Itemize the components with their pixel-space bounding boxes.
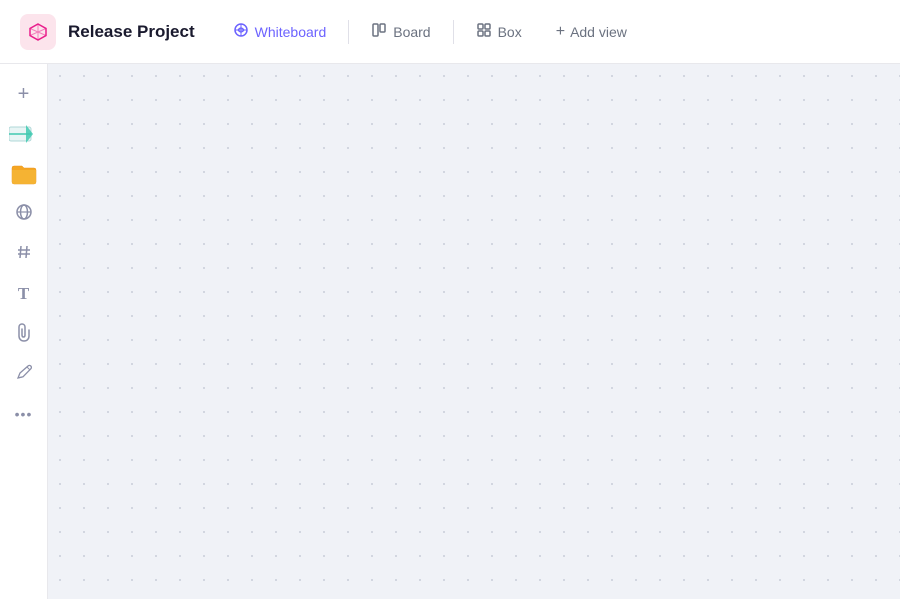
text-icon: T [18, 284, 29, 304]
box-icon [476, 22, 492, 42]
media-preview-icon [9, 123, 39, 145]
sidebar-attach-button[interactable] [6, 316, 42, 352]
plus-icon: + [18, 83, 30, 106]
tab-board-label: Board [393, 24, 430, 40]
sidebar-hash-button[interactable] [6, 236, 42, 272]
whiteboard-icon [233, 22, 249, 42]
sidebar: + [0, 64, 48, 599]
add-view-plus-icon: + [556, 23, 565, 41]
nav-tabs: Whiteboard Board [219, 16, 639, 48]
tab-box-label: Box [498, 24, 522, 40]
whiteboard-canvas[interactable] [48, 64, 900, 599]
add-view-label: Add view [570, 24, 627, 40]
tab-whiteboard-label: Whiteboard [255, 24, 327, 40]
draw-icon [15, 363, 33, 386]
app-logo [20, 14, 56, 50]
sidebar-add-button[interactable]: + [6, 76, 42, 112]
tab-box[interactable]: Box [462, 16, 536, 48]
app-header: Release Project Whiteboard [0, 0, 900, 64]
sidebar-more-button[interactable]: ••• [6, 396, 42, 432]
sidebar-file-button[interactable] [6, 156, 42, 192]
board-icon [371, 22, 387, 42]
add-view-button[interactable]: + Add view [544, 17, 639, 47]
tab-board[interactable]: Board [357, 16, 444, 48]
tab-divider-2 [453, 20, 454, 44]
project-title: Release Project [68, 22, 195, 42]
main-layout: + [0, 64, 900, 599]
globe-icon [15, 203, 33, 226]
sidebar-media-button[interactable] [6, 116, 42, 152]
tab-divider [348, 20, 349, 44]
folder-icon [10, 162, 38, 186]
more-icon: ••• [15, 407, 33, 421]
hash-icon [16, 244, 32, 265]
sidebar-globe-button[interactable] [6, 196, 42, 232]
attach-icon [16, 322, 32, 347]
sidebar-text-button[interactable]: T [6, 276, 42, 312]
tab-whiteboard[interactable]: Whiteboard [219, 16, 341, 48]
sidebar-draw-button[interactable] [6, 356, 42, 392]
